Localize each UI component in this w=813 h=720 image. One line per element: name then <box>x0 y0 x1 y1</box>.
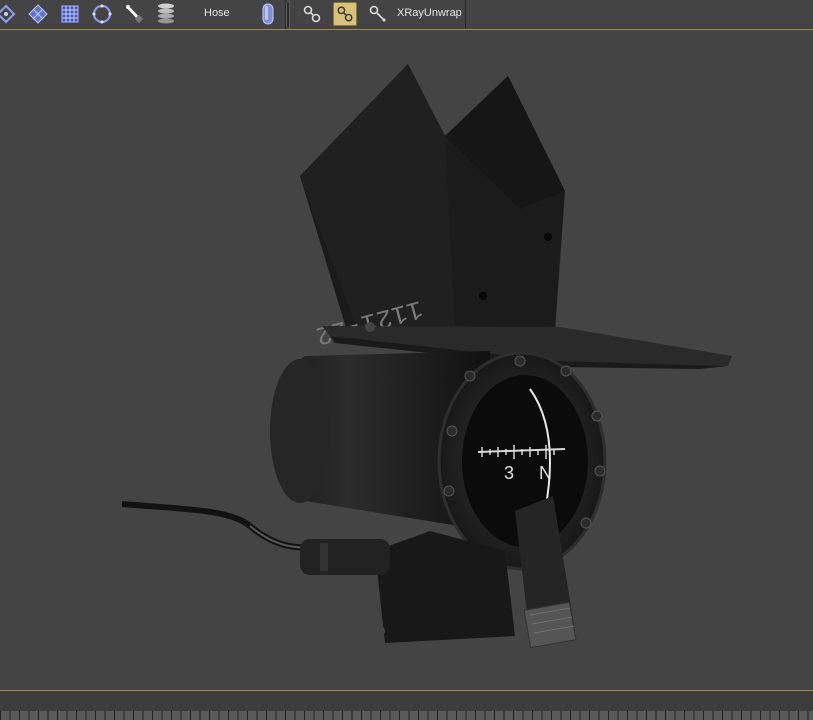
toolbar-group-unwrap: XRayUnwrap <box>289 0 466 29</box>
unwrap-tool-b-icon[interactable] <box>333 2 357 26</box>
3d-viewport[interactable]: 1121-22 3 N <box>0 31 813 691</box>
capsule-primitive-icon[interactable] <box>256 2 280 26</box>
hose-label[interactable]: Hose <box>204 7 230 19</box>
polygon-select-icon[interactable] <box>26 2 50 26</box>
main-toolbar: Hose XRayUnwrap <box>0 0 813 30</box>
timeline-bar[interactable] <box>0 691 813 720</box>
stack-icon[interactable] <box>154 2 178 26</box>
compass-number: 3 <box>504 463 514 483</box>
3d-model-render: 1121-22 3 N <box>121 64 732 654</box>
grid-icon[interactable] <box>58 2 82 26</box>
xrayunwrap-label[interactable]: XRayUnwrap <box>397 7 462 19</box>
timeline-ruler[interactable] <box>0 711 813 720</box>
vertex-select-icon[interactable] <box>0 2 18 26</box>
unwrap-tool-a-icon[interactable] <box>300 2 324 26</box>
unwrap-tool-c-icon[interactable] <box>366 2 390 26</box>
wand-tool-icon[interactable] <box>122 2 146 26</box>
toolbar-group-modeling: Hose <box>0 0 286 29</box>
ring-icon[interactable] <box>90 2 114 26</box>
compass-letter: N <box>539 463 552 483</box>
